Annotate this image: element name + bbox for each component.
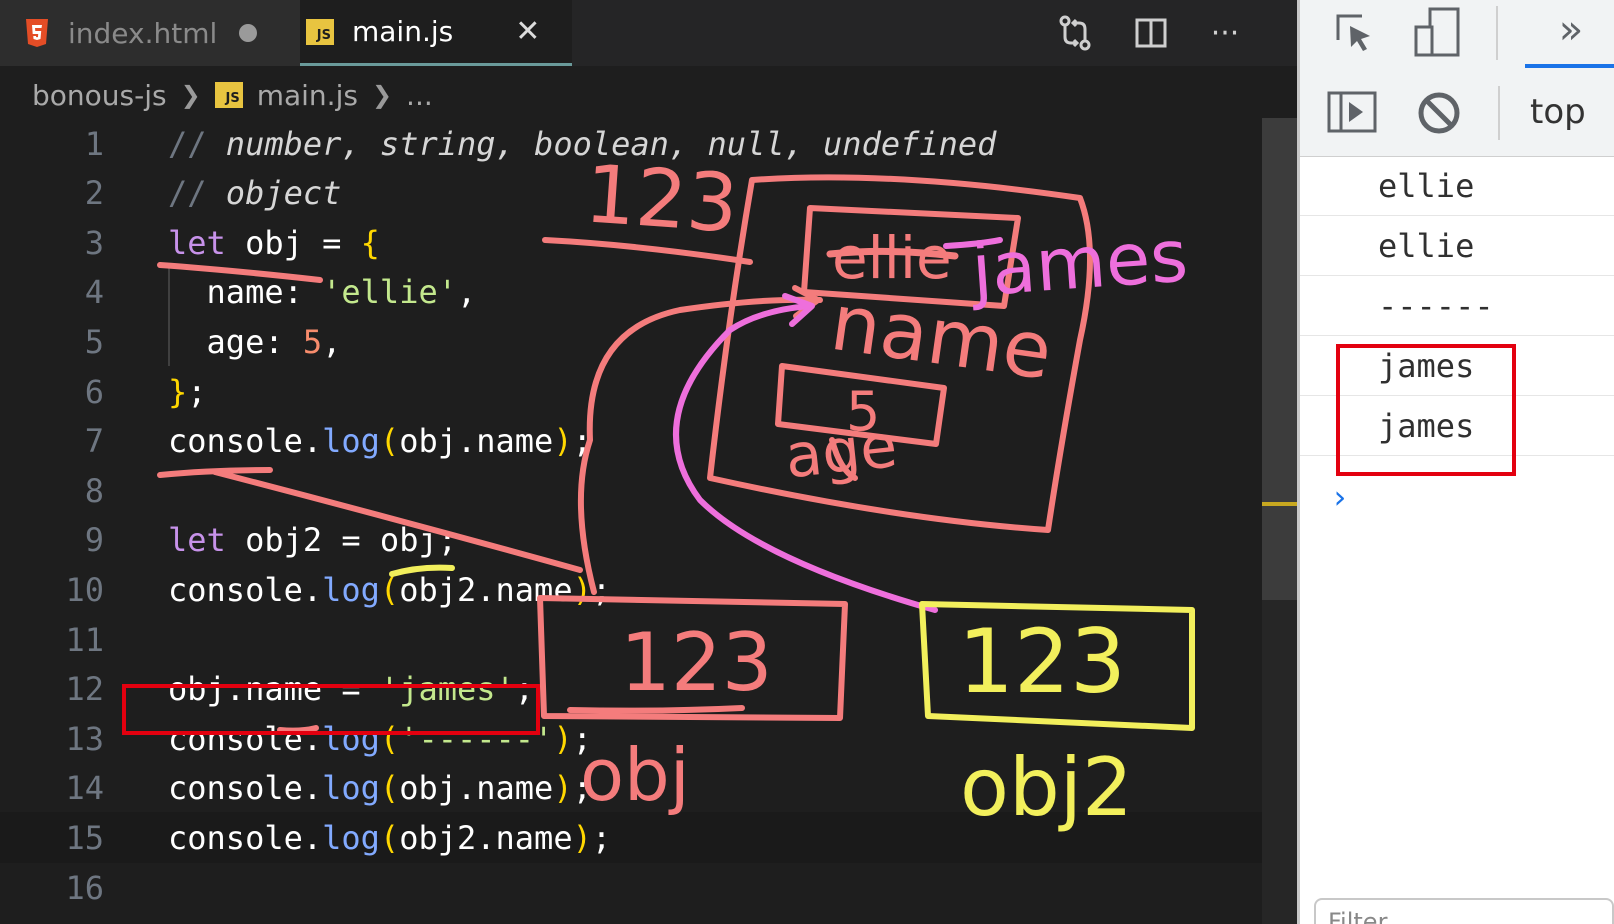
scrollbar-thumb[interactable] xyxy=(1262,118,1297,600)
code-line[interactable]: 15 console.log(obj2.name); xyxy=(0,812,1297,864)
tab-label: index.html xyxy=(68,16,218,50)
line-number: 1 xyxy=(84,124,104,163)
show-sidebar-button[interactable] xyxy=(1324,84,1380,140)
code-text[interactable]: }; xyxy=(168,373,207,411)
code-line[interactable]: 16 xyxy=(0,862,1297,913)
tab-index-html[interactable]: index.html xyxy=(0,0,300,66)
code-line[interactable]: 13 console.log('------'); xyxy=(0,713,1297,764)
breadcrumb-folder[interactable]: bonous-js xyxy=(32,79,167,112)
devtools-panel: » top ellie ellie ------ james james › F… xyxy=(1297,0,1614,924)
console-message: james xyxy=(1300,336,1614,396)
line-number: 9 xyxy=(84,521,104,560)
code-text[interactable]: obj.name = 'james'; xyxy=(168,670,534,708)
clear-console-icon xyxy=(1418,92,1460,134)
clear-console-button[interactable] xyxy=(1412,86,1466,140)
code-line[interactable]: 11 xyxy=(0,614,1297,665)
js-file-icon: JS xyxy=(306,18,334,45)
js-file-icon: JS xyxy=(214,82,243,108)
more-tabs-icon[interactable]: » xyxy=(1525,0,1614,60)
tab-bar: index.html JS main.js ✕ ··· xyxy=(0,0,1297,66)
console-message: ellie xyxy=(1300,216,1614,276)
unsaved-dot-icon[interactable] xyxy=(239,24,258,42)
line-number: 4 xyxy=(84,273,104,312)
code-text[interactable]: // object xyxy=(168,174,341,212)
breadcrumb-file[interactable]: main.js xyxy=(257,79,358,112)
code-text[interactable]: console.log(obj.name); xyxy=(168,769,592,807)
console-prompt-icon[interactable]: › xyxy=(1330,478,1349,516)
inspect-element-button[interactable] xyxy=(1328,6,1382,60)
code-text[interactable]: let obj = { xyxy=(168,224,380,262)
line-number: 10 xyxy=(65,570,104,609)
line-number: 12 xyxy=(65,670,104,709)
code-line[interactable]: 3 let obj = { xyxy=(0,217,1297,268)
code-text[interactable]: // number, string, boolean, null, undefi… xyxy=(168,125,996,163)
line-number: 7 xyxy=(84,422,104,461)
breadcrumb: bonous-js ❯ JS main.js ❯ ... xyxy=(0,70,433,120)
chevron-right-icon: ❯ xyxy=(180,81,201,109)
chevron-right-icon: ❯ xyxy=(371,81,393,109)
code-line[interactable]: 7 console.log(obj.name); xyxy=(0,416,1297,467)
breadcrumb-symbol[interactable]: ... xyxy=(406,79,433,112)
code-text[interactable]: name: 'ellie', xyxy=(168,273,477,311)
console-message: ellie xyxy=(1300,156,1614,216)
line-number: 3 xyxy=(84,223,104,262)
indent-guide xyxy=(168,266,170,366)
code-editor: index.html JS main.js ✕ ··· bonous-js ❯ xyxy=(0,0,1297,924)
open-changes-button[interactable] xyxy=(1050,8,1100,58)
close-icon[interactable]: ✕ xyxy=(515,14,540,49)
context-selector[interactable]: top xyxy=(1530,68,1586,156)
code-line[interactable]: 8 xyxy=(0,465,1297,516)
line-number: 13 xyxy=(65,719,104,758)
split-editor-button[interactable] xyxy=(1126,8,1176,58)
code-line[interactable]: 4 name: 'ellie', xyxy=(0,267,1297,318)
code-line[interactable]: 2 // object xyxy=(0,168,1297,219)
more-actions-icon[interactable]: ··· xyxy=(1200,8,1250,58)
line-number: 5 xyxy=(84,322,104,361)
inspect-cursor-icon xyxy=(1336,14,1370,51)
code-line[interactable]: 12 obj.name = 'james'; xyxy=(0,664,1297,715)
code-line[interactable]: 14 console.log(obj.name); xyxy=(0,763,1297,814)
code-line[interactable]: 9 let obj2 = obj; xyxy=(0,515,1297,566)
code-text[interactable]: console.log(obj2.name); xyxy=(168,571,611,609)
code-line[interactable]: 1 // number, string, boolean, null, undef… xyxy=(0,118,1297,169)
code-line[interactable]: 6}; xyxy=(0,366,1297,417)
code-text[interactable]: let obj2 = obj; xyxy=(168,521,457,559)
tab-label: main.js xyxy=(352,15,454,48)
code-line[interactable]: 5 age: 5, xyxy=(0,316,1297,367)
device-toggle-icon xyxy=(1414,7,1460,57)
code-text[interactable]: console.log(obj.name); xyxy=(168,422,592,460)
filter-input[interactable]: Filter xyxy=(1314,898,1614,924)
sidebar-play-icon xyxy=(1327,91,1377,133)
toolbar-divider xyxy=(1496,6,1498,60)
toolbar-divider xyxy=(1498,86,1500,140)
line-number: 11 xyxy=(65,620,104,659)
tab-main-js[interactable]: JS main.js ✕ xyxy=(300,0,572,66)
line-number: 6 xyxy=(84,372,104,411)
split-editor-icon xyxy=(1135,18,1167,48)
devtools-toolbar: » xyxy=(1300,0,1614,69)
line-number: 16 xyxy=(65,868,104,907)
console-message: james xyxy=(1300,396,1614,456)
line-number: 15 xyxy=(65,818,104,857)
line-number: 14 xyxy=(65,769,104,808)
console-message: ------ xyxy=(1300,276,1614,336)
line-number: 2 xyxy=(84,174,104,213)
code-text[interactable]: console.log('------'); xyxy=(168,720,592,758)
code-text[interactable]: age: 5, xyxy=(168,323,342,361)
scrollbar-marker xyxy=(1262,502,1297,506)
code-line[interactable]: 10 console.log(obj2.name); xyxy=(0,564,1297,615)
line-number: 8 xyxy=(84,471,104,510)
git-compare-icon xyxy=(1059,15,1091,51)
device-toolbar-button[interactable] xyxy=(1408,4,1466,62)
html5-icon xyxy=(26,19,48,47)
code-text[interactable]: console.log(obj2.name); xyxy=(168,819,611,857)
